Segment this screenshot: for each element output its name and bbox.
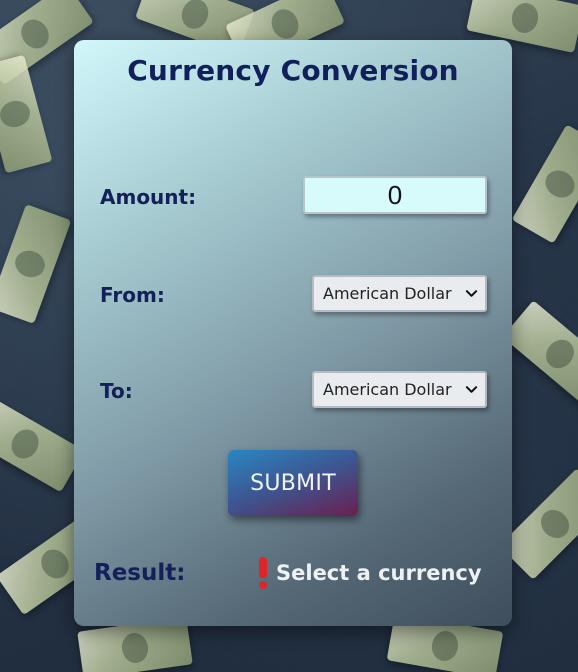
result-message: Select a currency bbox=[258, 557, 482, 589]
background-bill bbox=[502, 300, 578, 408]
chevron-down-icon bbox=[465, 290, 478, 297]
conversion-card: Currency Conversion Amount: From: Americ… bbox=[74, 40, 512, 626]
submit-button[interactable]: SUBMIT bbox=[228, 450, 358, 516]
background-bill bbox=[0, 204, 72, 324]
background-bill bbox=[0, 54, 53, 174]
amount-label: Amount: bbox=[100, 185, 197, 209]
amount-input[interactable] bbox=[303, 176, 487, 214]
result-label: Result: bbox=[94, 560, 186, 586]
from-label: From: bbox=[100, 283, 165, 307]
background-bill bbox=[511, 124, 578, 244]
exclamation-icon bbox=[258, 557, 268, 589]
page-title: Currency Conversion bbox=[127, 54, 459, 87]
result-text: Select a currency bbox=[276, 561, 482, 585]
chevron-down-icon bbox=[465, 386, 478, 393]
from-currency-select[interactable]: American Dollar bbox=[312, 275, 487, 312]
from-currency-value: American Dollar bbox=[323, 284, 452, 303]
to-currency-value: American Dollar bbox=[323, 380, 452, 399]
to-currency-select[interactable]: American Dollar bbox=[312, 371, 487, 408]
background-bill bbox=[0, 395, 85, 493]
to-label: To: bbox=[100, 379, 133, 403]
